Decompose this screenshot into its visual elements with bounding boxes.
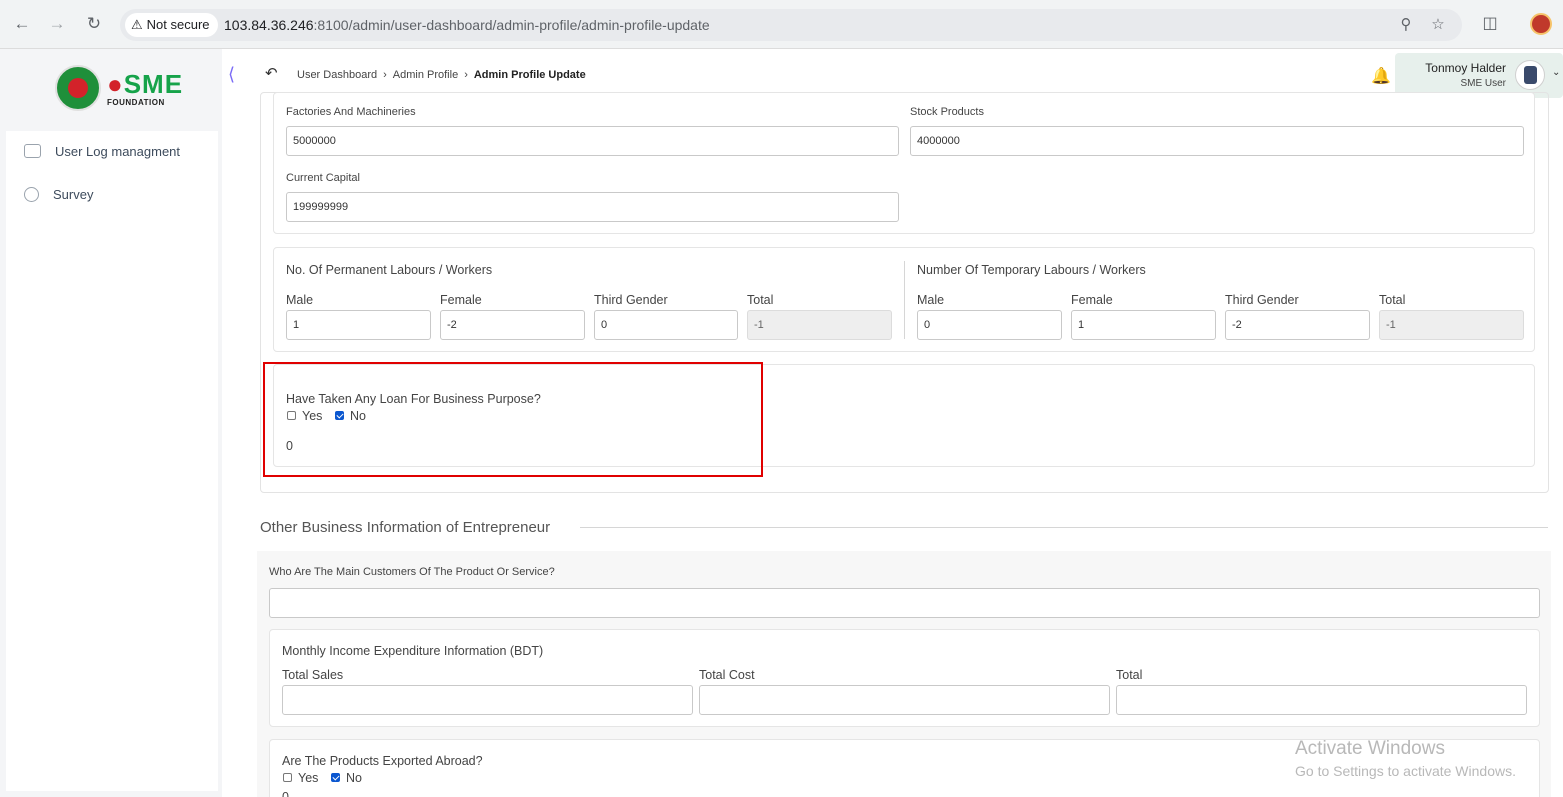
url-text[interactable]: 103.84.36.246:8100/admin/user-dashboard/… bbox=[224, 9, 710, 41]
bell-icon[interactable]: 🔔 bbox=[1371, 66, 1391, 86]
capital-card: Factories And Machineries Stock Products… bbox=[273, 92, 1535, 234]
user-name: Tonmoy Halder bbox=[1425, 61, 1506, 75]
temporary-total-label: Total bbox=[1379, 293, 1406, 307]
export-no-checkbox[interactable] bbox=[331, 773, 340, 782]
labours-card: No. Of Permanent Labours / Workers Numbe… bbox=[273, 247, 1535, 352]
windows-watermark-title: Activate Windows bbox=[1295, 738, 1445, 759]
permanent-total-label: Total bbox=[747, 293, 774, 307]
zoom-icon[interactable]: ⚲ bbox=[1394, 13, 1418, 37]
address-bar[interactable]: ⚠ Not secure 103.84.36.246:8100/admin/us… bbox=[120, 9, 1462, 41]
chevron-down-icon[interactable]: ⌄ bbox=[1552, 67, 1560, 78]
total-cost-label: Total Cost bbox=[699, 668, 755, 682]
highlight-box bbox=[263, 362, 763, 477]
avatar bbox=[1515, 60, 1545, 90]
factories-input[interactable] bbox=[286, 126, 899, 156]
government-emblem-icon bbox=[55, 65, 101, 111]
sme-foundation-logo[interactable]: ●SME FOUNDATION bbox=[55, 65, 182, 113]
export-yes-label[interactable]: Yes bbox=[298, 771, 318, 785]
total-sales-label: Total Sales bbox=[282, 668, 344, 682]
breadcrumb-admin-profile[interactable]: Admin Profile bbox=[393, 69, 458, 81]
total-cost-input[interactable] bbox=[699, 685, 1110, 715]
sidebar-item-survey[interactable]: Survey bbox=[24, 184, 93, 204]
section-divider bbox=[580, 527, 1548, 528]
permanent-female-input[interactable] bbox=[440, 310, 585, 340]
permanent-total-input bbox=[747, 310, 892, 340]
temporary-labours-title: Number Of Temporary Labours / Workers bbox=[917, 263, 1146, 277]
total-sales-input[interactable] bbox=[282, 685, 693, 715]
section-title: Other Business Information of Entreprene… bbox=[260, 519, 551, 536]
forward-arrow-icon[interactable]: → bbox=[45, 12, 69, 36]
permanent-male-input[interactable] bbox=[286, 310, 431, 340]
export-no-label[interactable]: No bbox=[346, 771, 362, 785]
warning-icon: ⚠ bbox=[131, 17, 143, 32]
extensions-icon[interactable]: ◫ bbox=[1478, 12, 1502, 36]
factories-label: Factories And Machineries bbox=[286, 106, 416, 118]
pie-chart-icon bbox=[24, 186, 39, 202]
permanent-male-label: Male bbox=[286, 293, 314, 307]
back-icon[interactable]: ↶ bbox=[265, 64, 278, 82]
temporary-female-label: Female bbox=[1071, 293, 1113, 307]
export-yes-checkbox[interactable] bbox=[283, 773, 292, 782]
reload-icon[interactable]: ↻ bbox=[82, 12, 106, 36]
current-capital-label: Current Capital bbox=[286, 172, 360, 184]
collapse-sidebar-icon[interactable]: ⟨ bbox=[228, 64, 235, 85]
permanent-third-label: Third Gender bbox=[594, 293, 668, 307]
permanent-female-label: Female bbox=[440, 293, 482, 307]
temporary-female-input[interactable] bbox=[1071, 310, 1216, 340]
log-icon bbox=[24, 144, 41, 158]
stock-input[interactable] bbox=[910, 126, 1524, 156]
user-role: SME User bbox=[1460, 78, 1506, 89]
breadcrumb-user-dashboard[interactable]: User Dashboard bbox=[297, 69, 377, 81]
income-title: Monthly Income Expenditure Information (… bbox=[282, 644, 544, 658]
total-label: Total bbox=[1116, 668, 1143, 682]
sidebar-item-user-log[interactable]: User Log managment bbox=[24, 141, 180, 161]
temporary-third-label: Third Gender bbox=[1225, 293, 1299, 307]
income-card: Monthly Income Expenditure Information (… bbox=[269, 629, 1540, 727]
other-info-panel: Who Are The Main Customers Of The Produc… bbox=[257, 551, 1551, 797]
browser-profile-avatar[interactable] bbox=[1530, 13, 1552, 35]
stock-label: Stock Products bbox=[910, 106, 984, 118]
permanent-labours-title: No. Of Permanent Labours / Workers bbox=[286, 263, 493, 277]
divider bbox=[904, 261, 905, 339]
bookmark-star-icon[interactable]: ☆ bbox=[1426, 13, 1450, 37]
temporary-male-input[interactable] bbox=[917, 310, 1062, 340]
chevron-right-icon: › bbox=[383, 69, 387, 81]
browser-toolbar: ← → ↻ ⚠ Not secure 103.84.36.246:8100/ad… bbox=[0, 0, 1563, 49]
current-capital-input[interactable] bbox=[286, 192, 899, 222]
customers-input[interactable] bbox=[269, 588, 1540, 618]
windows-watermark-subtitle: Go to Settings to activate Windows. bbox=[1295, 763, 1516, 779]
temporary-male-label: Male bbox=[917, 293, 945, 307]
export-question: Are The Products Exported Abroad? bbox=[282, 754, 483, 768]
temporary-total-input bbox=[1379, 310, 1524, 340]
security-chip[interactable]: ⚠ Not secure bbox=[125, 13, 218, 37]
total-input bbox=[1116, 685, 1527, 715]
customers-label: Who Are The Main Customers Of The Produc… bbox=[269, 566, 555, 578]
export-value: 0 bbox=[282, 790, 289, 797]
permanent-third-input[interactable] bbox=[594, 310, 738, 340]
back-arrow-icon[interactable]: ← bbox=[10, 12, 34, 36]
sidebar-menu: User Log managment Survey bbox=[6, 131, 218, 791]
chevron-right-icon: › bbox=[464, 69, 468, 81]
breadcrumb: User Dashboard › Admin Profile › Admin P… bbox=[297, 69, 586, 81]
breadcrumb-current: Admin Profile Update bbox=[473, 69, 586, 81]
temporary-third-input[interactable] bbox=[1225, 310, 1370, 340]
sidebar: ●SME FOUNDATION User Log managment Surve… bbox=[0, 49, 222, 797]
